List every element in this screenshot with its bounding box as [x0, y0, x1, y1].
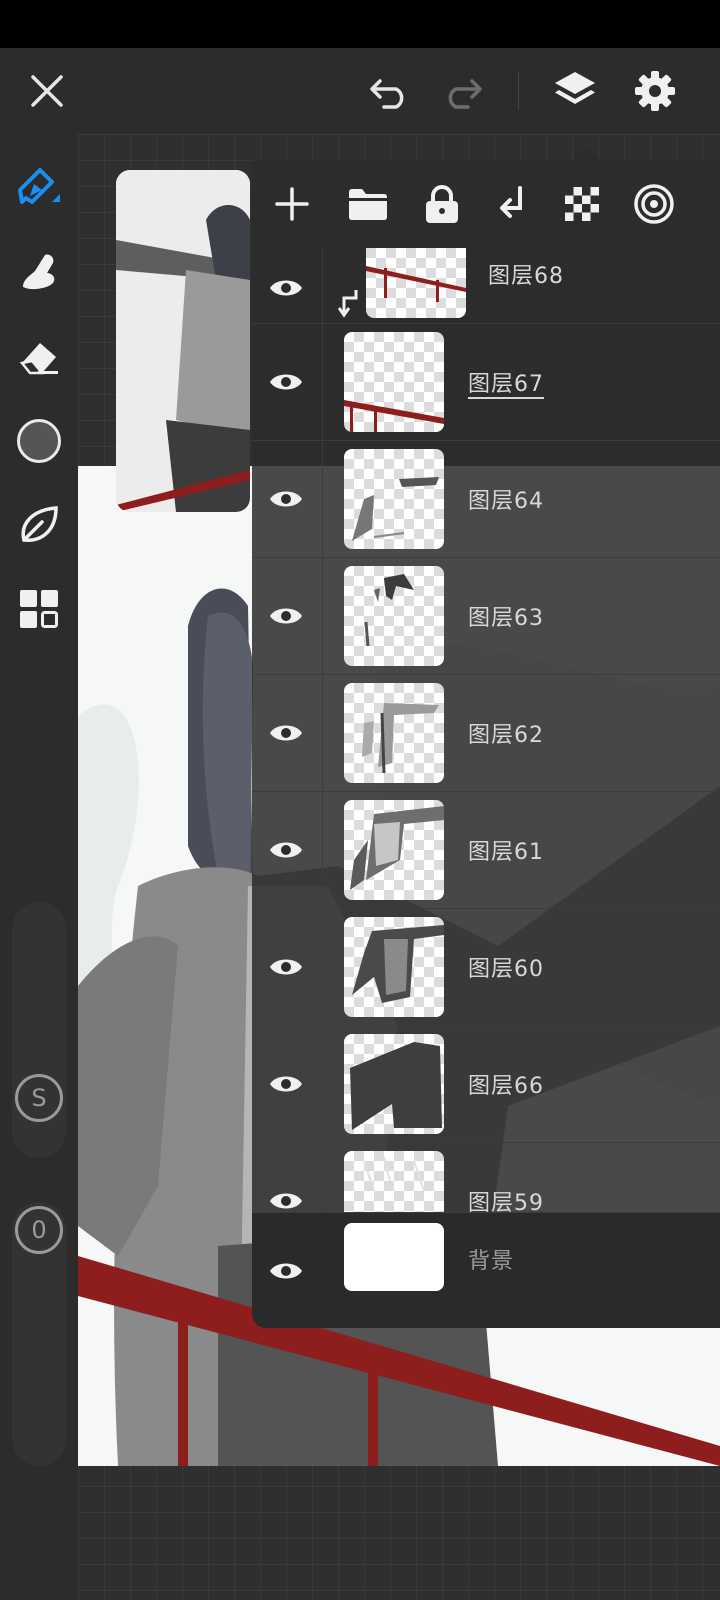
- visibility-eye-icon[interactable]: [266, 479, 306, 519]
- background-thumbnail: [344, 1223, 444, 1291]
- undo-icon[interactable]: [366, 68, 414, 114]
- layer-name: 图层60: [468, 957, 544, 982]
- visibility-eye-icon[interactable]: [266, 713, 306, 753]
- layer-name: 图层67: [468, 372, 544, 397]
- layer-thumbnail: [344, 566, 444, 666]
- settings-icon[interactable]: [630, 66, 680, 116]
- blend-icon[interactable]: [630, 180, 678, 228]
- layer-thumbnail: [344, 449, 444, 549]
- status-bar: [0, 0, 720, 48]
- size-label: S: [31, 1084, 47, 1112]
- leaf-icon[interactable]: [14, 500, 64, 550]
- layer-row[interactable]: 图层61: [252, 791, 720, 909]
- color-swatch[interactable]: [14, 416, 64, 466]
- layer-thumbnail: [344, 917, 444, 1017]
- layer-thumbnail: [366, 248, 466, 318]
- opacity-slider-knob[interactable]: 0: [15, 1206, 63, 1254]
- layer-thumbnail: [344, 332, 444, 432]
- layer-row[interactable]: 图层66: [252, 1025, 720, 1143]
- layer-thumbnail: [344, 1034, 444, 1134]
- background-layer-row[interactable]: 背景: [252, 1212, 720, 1328]
- visibility-eye-icon[interactable]: [266, 1064, 306, 1104]
- layers-icon[interactable]: [550, 66, 600, 116]
- transparency-icon[interactable]: [558, 180, 606, 228]
- visibility-eye-icon[interactable]: [266, 362, 306, 402]
- opacity-slider[interactable]: 0: [12, 1202, 66, 1466]
- row-divider: [322, 441, 323, 558]
- visibility-eye-icon[interactable]: [266, 268, 306, 308]
- layer-name: 图层66: [468, 1074, 544, 1099]
- row-divider: [322, 248, 323, 325]
- layer-thumbnail: [344, 800, 444, 900]
- layer-row[interactable]: 图层63: [252, 557, 720, 675]
- layer-name: 图层62: [468, 723, 544, 748]
- layer-row[interactable]: 图层64: [252, 440, 720, 558]
- visibility-eye-icon[interactable]: [266, 1251, 306, 1291]
- layer-name: 图层64: [468, 489, 544, 514]
- layers-panel-toolbar: [252, 160, 720, 248]
- opacity-label: 0: [31, 1216, 47, 1244]
- row-divider: [322, 558, 323, 675]
- visibility-eye-icon[interactable]: [266, 830, 306, 870]
- layer-name: 图层61: [468, 840, 544, 865]
- grid-icon[interactable]: [14, 584, 64, 634]
- layer-row[interactable]: 图层67: [252, 323, 720, 441]
- visibility-eye-icon[interactable]: [266, 947, 306, 987]
- close-icon[interactable]: [24, 68, 70, 114]
- folder-icon[interactable]: [344, 180, 392, 228]
- current-color-circle: [17, 419, 61, 463]
- eraser-icon[interactable]: [14, 332, 64, 382]
- row-divider: [322, 909, 323, 1026]
- layer-row[interactable]: 图层62: [252, 674, 720, 792]
- layer-row[interactable]: 图层60: [252, 908, 720, 1026]
- brush-icon[interactable]: [14, 160, 64, 210]
- visibility-eye-icon[interactable]: [266, 596, 306, 636]
- lock-icon[interactable]: [418, 180, 466, 228]
- size-slider[interactable]: S: [12, 902, 66, 1158]
- row-divider: [322, 1026, 323, 1143]
- layer-thumbnail: [344, 683, 444, 783]
- top-bar: [0, 48, 720, 134]
- size-slider-knob[interactable]: S: [15, 1074, 63, 1122]
- layer-name: 图层68: [488, 264, 564, 289]
- layer-list[interactable]: 图层68 图层67 图层64 图层63 图层62 图层61 图层60 图层66 …: [252, 248, 720, 1328]
- clip-indicator-icon: [337, 288, 360, 322]
- left-toolbar: S 0: [0, 134, 78, 1600]
- row-divider: [322, 792, 323, 909]
- background-layer-name: 背景: [468, 1249, 515, 1274]
- row-divider: [322, 675, 323, 792]
- layers-panel: 图层68 图层67 图层64 图层63 图层62 图层61 图层60 图层66 …: [252, 160, 720, 1328]
- clip-icon[interactable]: [488, 180, 536, 228]
- row-divider: [322, 324, 323, 441]
- reference-image[interactable]: [116, 170, 250, 512]
- redo-icon[interactable]: [438, 68, 486, 114]
- add-layer-icon[interactable]: [268, 180, 316, 228]
- layer-name: 图层63: [468, 606, 544, 631]
- layer-row[interactable]: 图层68: [252, 248, 720, 325]
- topbar-divider: [518, 72, 519, 110]
- smudge-icon[interactable]: [14, 246, 64, 296]
